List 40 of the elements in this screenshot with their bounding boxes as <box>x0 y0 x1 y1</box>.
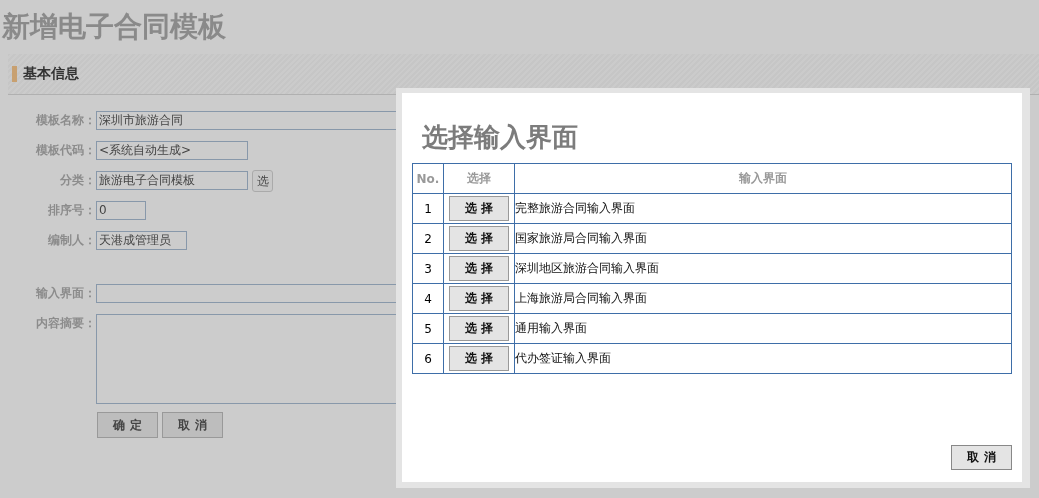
field-label: 输入界面： <box>34 285 96 302</box>
section-title: 基本信息 <box>23 65 79 83</box>
table-cell: 3 <box>412 253 444 284</box>
input-field[interactable]: <系统自动生成> <box>96 141 248 160</box>
choose-button[interactable]: 选 择 <box>449 226 509 251</box>
input-field[interactable]: 0 <box>96 201 146 220</box>
field-label: 模板代码： <box>35 142 96 159</box>
field-label: 内容摘要： <box>35 315 96 332</box>
choose-button[interactable]: 选 择 <box>449 346 509 371</box>
column-header: 输入界面 <box>514 163 1012 194</box>
column-header: 选择 <box>443 163 515 194</box>
field-label: 编制人： <box>47 232 96 249</box>
table-cell: 通用输入界面 <box>514 313 1012 344</box>
table-cell: 1 <box>412 193 444 224</box>
table-cell: 5 <box>412 313 444 344</box>
input-field[interactable]: 天港成管理员 <box>96 231 187 250</box>
choose-button[interactable]: 选 择 <box>449 196 509 221</box>
page-title: 新增电子合同模板 <box>1 9 227 45</box>
table-cell: 深圳地区旅游合同输入界面 <box>514 253 1012 284</box>
input-field[interactable]: 旅游电子合同模板 <box>96 171 248 190</box>
cancel-button[interactable]: 取 消 <box>951 445 1012 470</box>
table-cell: 完整旅游合同输入界面 <box>514 193 1012 224</box>
field-label: 分类： <box>59 172 96 189</box>
dialog-title: 选择输入界面 <box>421 121 579 154</box>
select-button[interactable]: 选 <box>252 170 273 192</box>
confirm-button[interactable]: 确 定 <box>97 412 158 438</box>
field-label: 模板名称： <box>35 112 96 129</box>
table-cell: 2 <box>412 223 444 254</box>
table-cell: 4 <box>412 283 444 314</box>
choose-button[interactable]: 选 择 <box>449 316 509 341</box>
table-cell: 上海旅游局合同输入界面 <box>514 283 1012 314</box>
accent-bar <box>12 66 17 82</box>
table-cell: 代办签证输入界面 <box>514 343 1012 374</box>
table-cell: 6 <box>412 343 444 374</box>
field-label: 排序号： <box>47 202 96 219</box>
table-cell: 国家旅游局合同输入界面 <box>514 223 1012 254</box>
cancel-button[interactable]: 取 消 <box>162 412 223 438</box>
choose-button[interactable]: 选 择 <box>449 256 509 281</box>
column-header: No. <box>412 163 444 194</box>
choose-button[interactable]: 选 择 <box>449 286 509 311</box>
